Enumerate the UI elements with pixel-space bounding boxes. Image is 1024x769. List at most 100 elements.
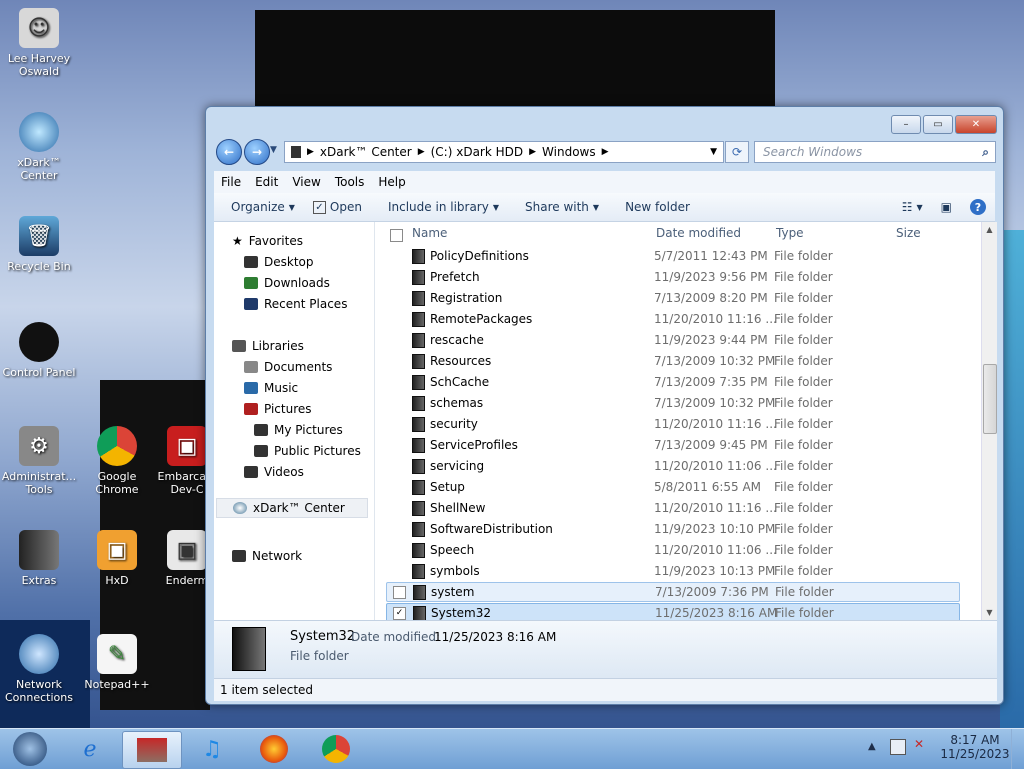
file-row[interactable]: SoftwareDistribution 11/9/2023 10:10 PM Fi… [386, 519, 958, 539]
scroll-down-arrow[interactable]: ▼ [982, 608, 997, 617]
folder-icon [412, 479, 425, 495]
breadcrumb-separator-icon[interactable]: ▶ [307, 147, 314, 157]
show-hidden-icons-button[interactable]: ▲ [868, 741, 876, 752]
file-row[interactable]: security 11/20/2010 11:16 ... File folder [386, 414, 958, 434]
menu-help[interactable]: Help [371, 175, 412, 189]
recent-pages-dropdown[interactable]: ▼ [270, 145, 277, 155]
minimize-button[interactable]: – [891, 115, 921, 134]
search-icon[interactable]: ⌕ [982, 145, 989, 160]
file-row[interactable]: symbols 11/9/2023 10:13 PM File folder [386, 561, 958, 581]
row-checkbox[interactable] [393, 585, 406, 599]
scroll-up-arrow[interactable]: ▲ [982, 225, 997, 234]
select-all-checkbox[interactable] [390, 229, 403, 242]
documents-icon [244, 361, 258, 373]
file-row[interactable]: RemotePackages 11/20/2010 11:16 ... File f… [386, 309, 958, 329]
desktop-icon-xdark-center[interactable]: xDark™ Center [0, 112, 78, 182]
breadcrumb-windows[interactable]: Windows [542, 145, 596, 159]
show-desktop-button[interactable] [1011, 729, 1024, 769]
forward-button[interactable]: → [244, 139, 270, 165]
file-row[interactable]: Registration 7/13/2009 8:20 PM File folder [386, 288, 958, 308]
breadcrumb-separator-icon[interactable]: ▶ [602, 147, 609, 157]
back-button[interactable]: ← [216, 139, 242, 165]
nav-downloads[interactable]: Downloads [244, 276, 330, 290]
column-name[interactable]: Name [412, 226, 447, 244]
preview-pane-button[interactable]: ▣ [932, 200, 961, 214]
nav-music[interactable]: Music [244, 381, 298, 395]
nav-pictures[interactable]: Pictures [244, 402, 312, 416]
desktop-icon-extras[interactable]: Extras [0, 530, 78, 587]
menu-edit[interactable]: Edit [248, 175, 285, 189]
nav-documents[interactable]: Documents [244, 360, 332, 374]
desktop-icon-google-chrome[interactable]: Google Chrome [78, 426, 156, 496]
include-in-library-button[interactable]: Include in library ▼ [379, 200, 508, 214]
nav-recent-places[interactable]: Recent Places [244, 297, 347, 311]
menu-view[interactable]: View [285, 175, 327, 189]
start-button[interactable] [4, 731, 56, 767]
file-type: File folder [774, 249, 833, 263]
file-row[interactable]: PolicyDefinitions 5/7/2011 12:43 PM File f… [386, 246, 958, 266]
file-row[interactable]: rescache 11/9/2023 9:44 PM File folder [386, 330, 958, 350]
file-row[interactable]: Resources 7/13/2009 10:32 PM File folder [386, 351, 958, 371]
desktop-icon-control-panel[interactable]: Control Panel [0, 322, 78, 379]
open-button[interactable]: ✓ Open [304, 200, 371, 214]
refresh-button[interactable]: ⟳ [725, 141, 749, 163]
nav-desktop[interactable]: Desktop [244, 255, 314, 269]
file-date: 7/13/2009 7:35 PM [654, 375, 768, 389]
taskbar-firefox[interactable] [248, 731, 300, 767]
desktop-icon-administrative-tools[interactable]: ⚙ Administrat... Tools [0, 426, 78, 496]
nav-favorites[interactable]: ★ Favorites [232, 234, 303, 248]
file-row[interactable]: ServiceProfiles 7/13/2009 9:45 PM File fol… [386, 435, 958, 455]
file-row[interactable]: system 7/13/2009 7:36 PM File folder [386, 582, 960, 602]
desktop-icon-recycle-bin[interactable]: 🗑 Recycle Bin [0, 216, 78, 273]
desktop-icon-hxd[interactable]: ▣ HxD [78, 530, 156, 587]
menu-tools[interactable]: Tools [328, 175, 372, 189]
desktop-icon-lee-harvey-oswald[interactable]: ☺ Lee Harvey Oswald [0, 8, 78, 78]
organize-button[interactable]: Organize ▼ [222, 200, 304, 214]
file-row[interactable]: SchCache 7/13/2009 7:35 PM File folder [386, 372, 958, 392]
volume-muted-icon[interactable]: ✕ [914, 737, 924, 751]
new-folder-button[interactable]: New folder [616, 200, 699, 214]
taskbar-music[interactable]: ♫ [186, 731, 238, 767]
clock[interactable]: 8:17 AM 11/25/2023 [940, 733, 1010, 761]
desktop-icon-network-connections[interactable]: Network Connections [0, 634, 78, 704]
breadcrumb-separator-icon[interactable]: ▶ [529, 147, 536, 157]
search-box[interactable]: Search Windows ⌕ [754, 141, 996, 163]
maximize-button[interactable]: ▭ [923, 115, 953, 134]
close-button[interactable]: ✕ [955, 115, 997, 134]
breadcrumb-separator-icon[interactable]: ▶ [418, 147, 425, 157]
search-input[interactable]: Search Windows [755, 145, 982, 159]
file-row[interactable]: Prefetch 11/9/2023 9:56 PM File folder [386, 267, 958, 287]
file-row[interactable]: schemas 7/13/2009 10:32 PM File folder [386, 393, 958, 413]
file-row[interactable]: Setup 5/8/2011 6:55 AM File folder [386, 477, 958, 497]
file-row[interactable]: Speech 11/20/2010 11:06 ... File folder [386, 540, 958, 560]
taskbar-file-manager[interactable] [122, 731, 182, 769]
nav-libraries[interactable]: Libraries [232, 339, 304, 353]
column-size[interactable]: Size [896, 226, 921, 244]
network-tray-icon[interactable] [890, 739, 906, 755]
column-date-modified[interactable]: Date modified [656, 226, 741, 244]
address-history-dropdown[interactable]: ▼ [710, 147, 717, 157]
column-type[interactable]: Type [776, 226, 804, 244]
file-row[interactable]: servicing 11/20/2010 11:06 ... File folder [386, 456, 958, 476]
menu-file[interactable]: File [214, 175, 248, 189]
nav-public-pictures[interactable]: Public Pictures [254, 444, 361, 458]
file-name: symbols [430, 564, 480, 578]
nav-videos[interactable]: Videos [244, 465, 304, 479]
breadcrumb-xdark-center[interactable]: xDark™ Center [320, 145, 412, 159]
row-checkbox[interactable]: ✓ [393, 606, 406, 620]
desktop-icon-notepad-plus-plus[interactable]: ✎ Notepad++ [78, 634, 156, 691]
help-button[interactable]: ? [961, 199, 995, 215]
file-name: Speech [430, 543, 475, 557]
taskbar-chrome[interactable] [310, 731, 362, 767]
breadcrumb-drive[interactable]: (C:) xDark HDD [431, 145, 524, 159]
file-row[interactable]: ShellNew 11/20/2010 11:16 ... File folder [386, 498, 958, 518]
scrollbar-thumb[interactable] [983, 364, 997, 434]
nav-xdark-center[interactable]: xDark™ Center [216, 498, 368, 518]
address-bar[interactable]: ▶ xDark™ Center ▶ (C:) xDark HDD ▶ Windo… [284, 141, 724, 163]
vertical-scrollbar[interactable]: ▲ ▼ [981, 222, 997, 620]
share-with-button[interactable]: Share with ▼ [516, 200, 608, 214]
nav-network[interactable]: Network [232, 549, 302, 563]
nav-my-pictures[interactable]: My Pictures [254, 423, 343, 437]
taskbar-internet-explorer[interactable]: ℯ [64, 731, 116, 767]
change-view-button[interactable]: ☷ ▼ [893, 200, 932, 214]
